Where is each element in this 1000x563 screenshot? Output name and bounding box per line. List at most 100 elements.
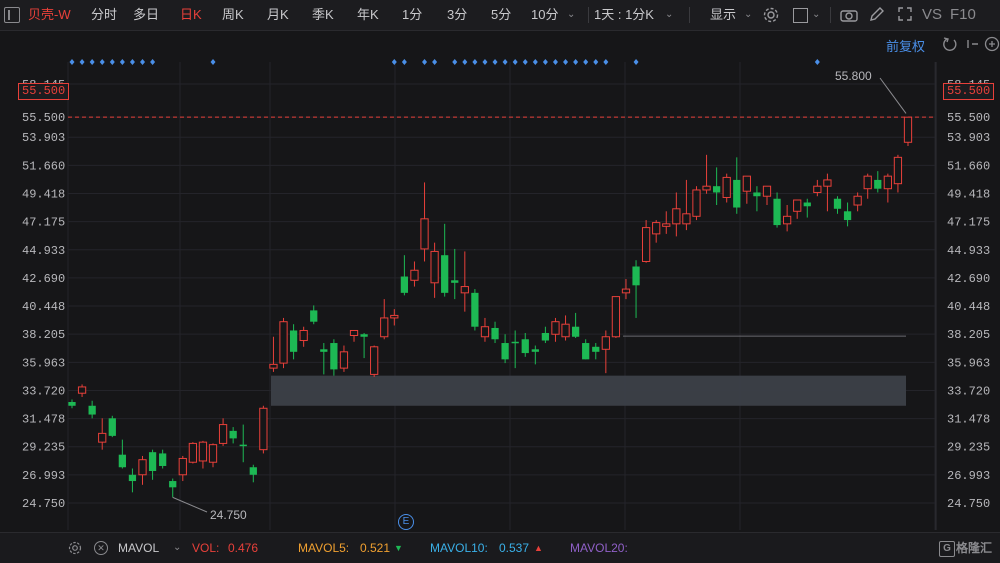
y-tick-label-right: 44.933 [947,244,990,258]
y-tick-label-right: 35.963 [947,356,990,370]
candlestick-chart[interactable]: 58.14558.14555.50055.50053.90353.90351.6… [0,0,1000,562]
y-tick-label-left: 31.478 [22,413,65,427]
candle-body-down [320,349,328,352]
vol-value: 0.476 [228,541,259,555]
event-diamond-icon [532,59,538,65]
y-tick-label-right: 38.205 [947,328,990,342]
candle-body-up [349,329,359,337]
event-diamond-icon [512,59,518,65]
event-diamond-icon [522,59,528,65]
candle-body-down [803,202,811,207]
event-diamond-icon [552,59,558,65]
candle-body-down [451,280,459,283]
event-diamond-icon [502,59,508,65]
candle-body-up [420,218,429,250]
candle-body-up [883,175,892,190]
candle-body-down [68,401,76,406]
event-diamond-icon [583,59,589,65]
candle-body-down [471,292,479,327]
y-tick-label-left: 29.235 [22,441,65,455]
y-tick-label-left: 44.933 [22,244,65,258]
indicator-selector[interactable]: MAVOL [118,533,159,563]
candle-body-down [360,334,368,337]
candle-body-up [77,386,87,394]
candle-body-up [641,227,651,262]
low-annotation-line [172,496,208,513]
close-icon[interactable]: ✕ [94,541,108,555]
watermark-text: 格隆汇 [956,541,993,555]
candle-body-up [652,222,661,235]
y-tick-label-left: 49.418 [22,187,65,201]
current-price-left: 55.500 [18,83,70,100]
candle-body-down [169,481,177,488]
y-tick-label-left: 33.720 [22,384,65,398]
event-diamond-icon [482,59,488,65]
candle-body-up [390,314,399,319]
candle-body-up [339,351,349,369]
candle-body-up [621,288,631,294]
y-tick-label-right: 31.478 [947,413,990,427]
candle-body-down [229,430,237,439]
event-diamond-icon [210,59,216,65]
candle-body-up [218,424,228,444]
candle-body-up [672,208,681,225]
y-tick-label-right: 49.418 [947,187,990,201]
candle-body-up [692,189,701,217]
candle-body-down [491,327,499,340]
event-diamond-icon [563,59,569,65]
candle-body-up [722,176,731,198]
event-diamond-icon [89,59,95,65]
event-diamond-icon [150,59,156,65]
event-diamond-icon [79,59,85,65]
candle-body-up [299,329,308,342]
y-tick-label-right: 47.175 [947,216,990,230]
candle-body-down [531,349,539,352]
candle-body-down [249,467,257,475]
candle-body-down [310,310,318,322]
event-diamond-icon [814,59,820,65]
candle-body-down [511,341,519,344]
candle-body-down [118,454,126,468]
candle-body-up [551,321,560,335]
mavol10-trend-icon: ▲ [534,543,543,553]
event-diamond-icon [99,59,105,65]
candle-body-down [330,343,338,370]
event-diamond-icon [422,59,428,65]
y-tick-label-left: 47.175 [22,216,65,230]
y-tick-label-right: 42.690 [947,272,990,286]
candle-body-down [88,405,96,415]
y-tick-label-left: 38.205 [22,328,65,342]
event-diamond-icon [542,59,548,65]
candle-body-down [108,418,116,436]
candle-body-down [289,330,298,352]
candle-body-down [843,211,852,221]
candle-body-up [138,459,147,476]
event-diamond-icon [401,59,407,65]
y-tick-label-right: 55.500 [947,111,990,125]
y-tick-label-right: 33.720 [947,384,990,398]
current-price-right: 55.500 [943,83,995,100]
candle-body-down [582,343,590,360]
candle-body-up [269,363,278,369]
y-tick-label-left: 24.750 [22,497,65,511]
candle-body-down [501,343,509,360]
indicator-settings-icon[interactable] [68,541,82,560]
candle-body-up [480,326,490,338]
candle-body-up [611,296,621,338]
event-diamond-icon [633,59,639,65]
candle-body-down [874,179,882,189]
candle-body-up [903,116,913,143]
y-tick-label-right: 40.448 [947,300,990,314]
chevron-down-icon[interactable]: ⌄ [173,542,181,553]
candle-body-up [893,156,903,185]
y-tick-label-left: 40.448 [22,300,65,314]
event-marker-icon[interactable]: E [398,514,414,530]
candle-body-up [863,175,872,190]
candle-body-up [662,223,671,227]
candle-body-up [702,185,711,191]
candle-body-down [632,266,640,286]
candle-body-down [239,444,247,447]
candle-body-up [793,199,802,212]
candle-body-down [128,474,137,482]
candle-body-up [188,442,197,463]
